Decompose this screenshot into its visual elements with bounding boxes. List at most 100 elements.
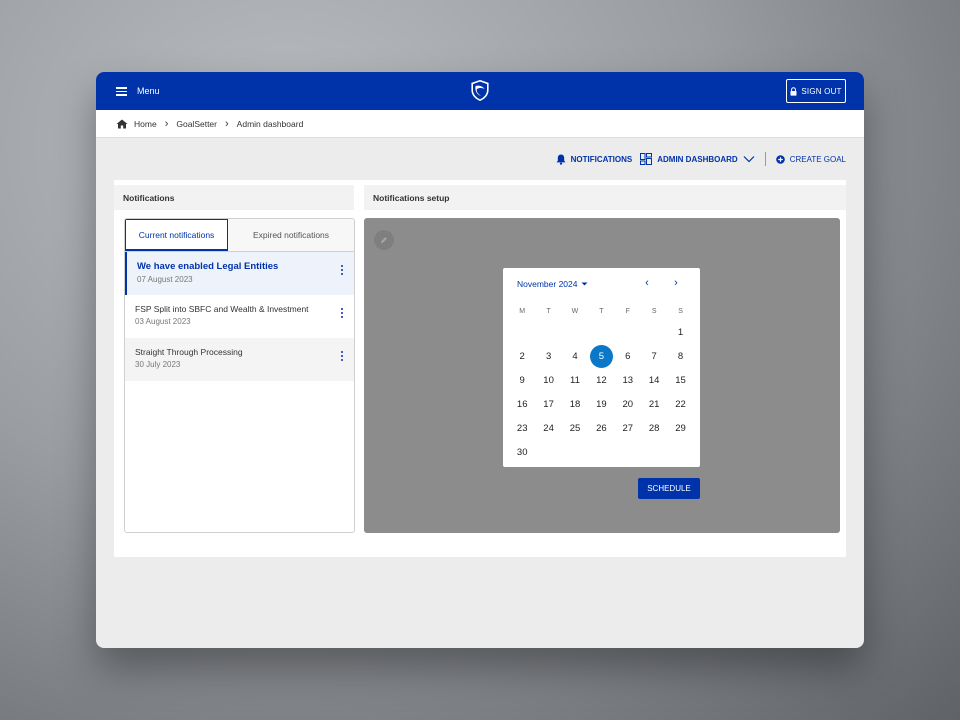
edit-button[interactable]: [374, 230, 394, 250]
calendar-day[interactable]: 10: [535, 368, 561, 392]
main-content: Notifications Notifications setup Curren…: [114, 180, 846, 557]
list-item[interactable]: We have enabled Legal Entities 07 August…: [125, 252, 354, 295]
calendar-day-number: 20: [622, 398, 634, 410]
calendar-day[interactable]: 27: [615, 416, 641, 440]
more-options-icon[interactable]: [340, 351, 344, 365]
calendar-day-number: 26: [596, 422, 607, 434]
calendar-day[interactable]: 7: [641, 344, 667, 368]
breadcrumb-home[interactable]: Home: [134, 119, 157, 129]
calendar-day[interactable]: 9: [509, 368, 535, 392]
list-item[interactable]: Straight Through Processing 30 July 2023: [125, 338, 354, 381]
notification-date: 03 August 2023: [135, 317, 191, 326]
bank-logo-icon: [471, 80, 489, 101]
create-goal-button[interactable]: CREATE GOAL: [775, 155, 846, 164]
menu-button[interactable]: Menu: [116, 72, 160, 110]
weekday-label: T: [546, 307, 551, 315]
menu-label: Menu: [137, 86, 160, 96]
action-bar: NOTIFICATIONS ADMIN DASHBOARD CREATE GOA…: [556, 152, 846, 166]
caret-down-icon: [581, 282, 588, 286]
calendar-day-number: 30: [516, 446, 528, 458]
calendar-day[interactable]: 12: [588, 368, 614, 392]
notifications-button[interactable]: NOTIFICATIONS: [556, 154, 633, 165]
calendar-empty-cell: [615, 320, 641, 344]
calendar-day[interactable]: 4: [562, 344, 588, 368]
calendar-day-number: 7: [651, 350, 657, 362]
notifications-setup-area: November 2024 ‹ › MTWTFSS 1 2 3 4 5 6 7 8 9 10 11 1…: [364, 218, 840, 533]
calendar-day-number: 9: [519, 374, 525, 386]
calendar-day[interactable]: 29: [667, 416, 693, 440]
calendar-empty-cell: [588, 320, 614, 344]
tab-expired-notifications[interactable]: Expired notifications: [228, 219, 354, 251]
calendar-day-number: 24: [543, 422, 554, 434]
notifications-label: NOTIFICATIONS: [570, 154, 633, 164]
weekday-label: S: [651, 307, 657, 315]
calendar-day-number: 14: [648, 374, 660, 386]
prev-month-button[interactable]: ‹: [640, 277, 654, 289]
calendar-day[interactable]: 26: [588, 416, 614, 440]
more-options-icon[interactable]: [340, 265, 344, 279]
calendar-day[interactable]: 3: [535, 344, 561, 368]
calendar-day-number: 15: [675, 374, 686, 386]
calendar-day[interactable]: 1: [667, 320, 693, 344]
hamburger-icon: [116, 87, 127, 96]
calendar-day[interactable]: 11: [562, 368, 588, 392]
dashboard-icon: [640, 153, 653, 165]
calendar-empty-cell: [509, 320, 535, 344]
calendar-day[interactable]: 16: [509, 392, 535, 416]
calendar-day[interactable]: 18: [562, 392, 588, 416]
calendar-day[interactable]: 8: [667, 344, 693, 368]
admin-dashboard-dropdown[interactable]: ADMIN DASHBOARD: [640, 153, 755, 165]
more-options-icon[interactable]: [340, 308, 344, 322]
calendar-day[interactable]: 14: [641, 368, 667, 392]
notification-title: Straight Through Processing: [135, 347, 243, 357]
calendar-empty-cell: [588, 440, 614, 464]
calendar-day-number: 21: [648, 398, 660, 410]
breadcrumb: Home › GoalSetter › Admin dashboard: [96, 110, 864, 138]
calendar-day[interactable]: 25: [562, 416, 588, 440]
bell-icon: [556, 154, 566, 165]
calendar-empty-cell: [562, 320, 588, 344]
calendar-day-number: 16: [516, 398, 528, 410]
calendar-empty-cell: [615, 440, 641, 464]
calendar-day[interactable]: 24: [535, 416, 561, 440]
calendar-day[interactable]: 21: [641, 392, 667, 416]
chevron-down-icon: [743, 156, 755, 163]
calendar-day[interactable]: 23: [509, 416, 535, 440]
calendar-day[interactable]: 5: [588, 344, 614, 368]
app-window: Menu SIGN OUT Home › GoalSetter › Admin …: [96, 72, 864, 648]
weekday-header: MTWTFSS: [503, 302, 700, 320]
notification-title: FSP Split into SBFC and Wealth & Investm…: [135, 304, 309, 314]
calendar-day[interactable]: 28: [641, 416, 667, 440]
calendar-day[interactable]: 6: [615, 344, 641, 368]
calendar-day-number: 28: [648, 422, 660, 434]
calendar-day[interactable]: 30: [509, 440, 535, 464]
calendar-empty-cell: [535, 320, 561, 344]
schedule-button[interactable]: SCHEDULE: [638, 478, 700, 499]
calendar-day[interactable]: 2: [509, 344, 535, 368]
calendar-day[interactable]: 19: [588, 392, 614, 416]
sign-out-button[interactable]: SIGN OUT: [786, 79, 846, 103]
sign-out-label: SIGN OUT: [801, 86, 842, 96]
list-item[interactable]: FSP Split into SBFC and Wealth & Investm…: [125, 295, 354, 338]
breadcrumb-admin-dashboard: Admin dashboard: [236, 118, 304, 129]
calendar-day[interactable]: 17: [535, 392, 561, 416]
calendar-empty-cell: [641, 320, 667, 344]
next-month-button[interactable]: ›: [669, 277, 683, 289]
month-select[interactable]: November 2024: [517, 279, 588, 289]
calendar-day[interactable]: 22: [667, 392, 693, 416]
calendar-empty-cell: [667, 440, 693, 464]
pencil-icon: [381, 237, 387, 243]
calendar-empty-cell: [641, 440, 667, 464]
tab-current-notifications[interactable]: Current notifications: [125, 219, 228, 251]
home-icon[interactable]: [116, 119, 128, 129]
calendar-day[interactable]: 20: [615, 392, 641, 416]
calendar-day-number: 12: [596, 374, 607, 386]
month-label: November 2024: [517, 279, 578, 289]
weekday-label: S: [678, 307, 683, 315]
breadcrumb-goalsetter[interactable]: GoalSetter: [176, 119, 217, 129]
calendar-day[interactable]: 13: [615, 368, 641, 392]
calendar-day[interactable]: 15: [667, 368, 693, 392]
calendar-day-number: 25: [569, 422, 581, 434]
calendar-day-number: 17: [543, 398, 554, 410]
calendar-empty-cell: [562, 440, 588, 464]
